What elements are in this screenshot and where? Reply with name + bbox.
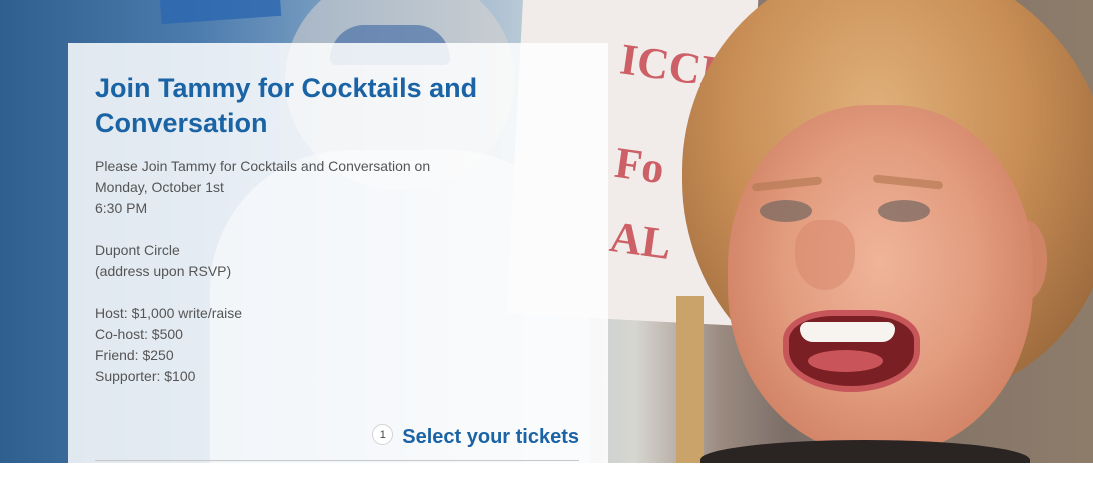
photo-nose: [795, 220, 855, 290]
sign-lettering: AL: [606, 211, 675, 270]
event-card: Join Tammy for Cocktails and Conversatio…: [68, 43, 608, 483]
event-title: Join Tammy for Cocktails and Conversatio…: [95, 73, 478, 138]
sign-lettering: Fo: [611, 137, 668, 194]
select-tickets-heading[interactable]: Select your tickets: [402, 426, 579, 449]
step-number-badge: 1: [372, 424, 394, 445]
photo-teeth: [800, 322, 895, 342]
select-tickets-step[interactable]: 1 Select your tickets: [372, 424, 579, 449]
photo-tongue: [808, 350, 883, 372]
section-divider: [95, 460, 579, 461]
photo-face: [728, 105, 1033, 455]
background-sign-blue: [158, 0, 282, 25]
event-details: Please Join Tammy for Cocktails and Conv…: [95, 158, 431, 384]
photo-eye: [878, 200, 930, 222]
photo-eye: [760, 200, 812, 222]
